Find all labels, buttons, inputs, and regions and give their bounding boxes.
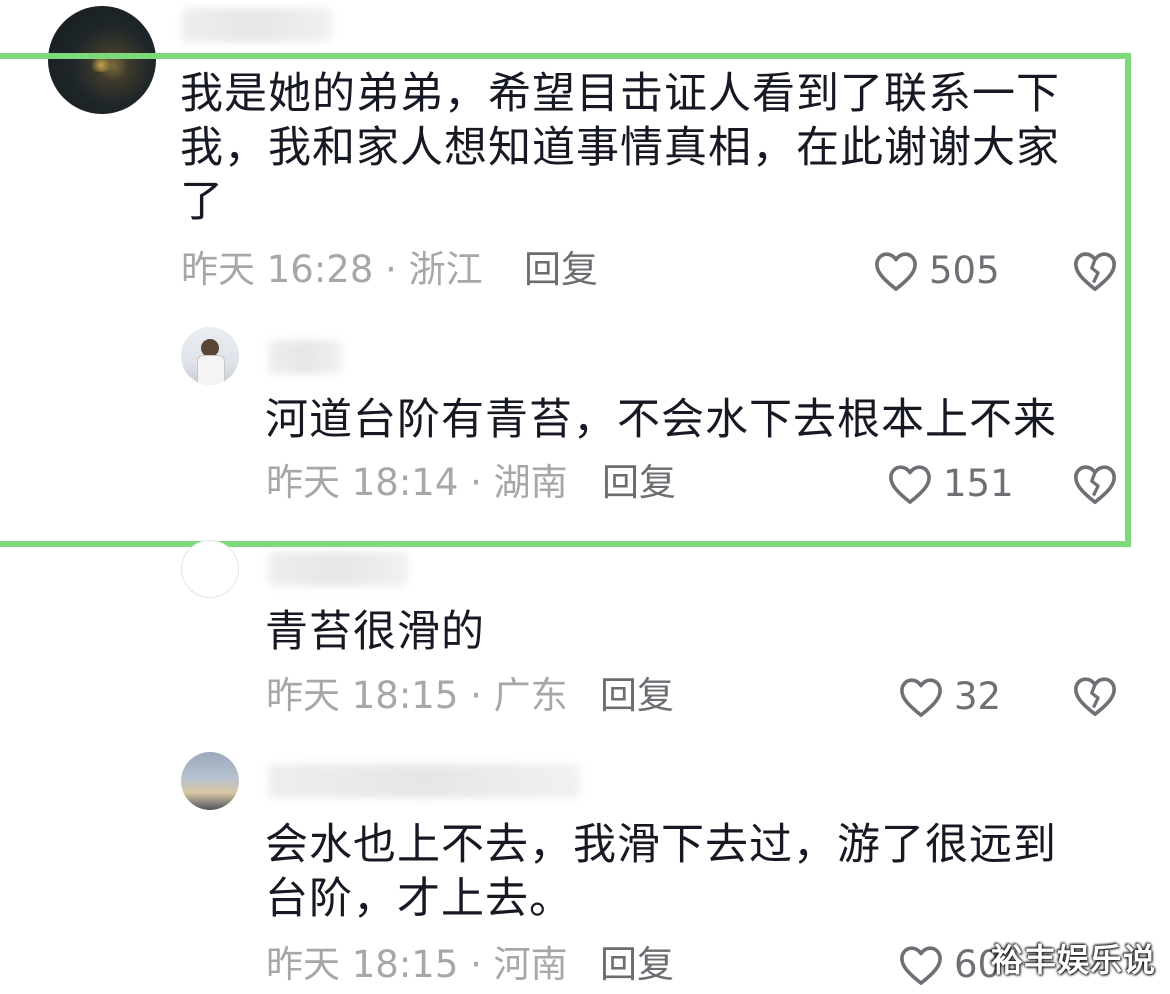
like-button[interactable]: 32 <box>898 672 1001 722</box>
comment-meta: 昨天 18:15 · 河南 <box>266 943 568 986</box>
avatar[interactable] <box>48 6 156 114</box>
comment-text: 青苔很滑的 <box>265 607 485 657</box>
like-button[interactable]: 151 <box>887 459 1014 509</box>
avatar[interactable] <box>181 327 239 385</box>
comment-section: 我是她的弟弟，希望目击证人看到了联系一下 我，我和家人想知道事情真相，在此谢谢大… <box>0 0 1170 994</box>
heart-outline-icon <box>889 465 931 504</box>
username-blurred[interactable] <box>268 764 580 798</box>
reply-button[interactable]: 回复 <box>524 248 598 292</box>
comment-text: 我是她的弟弟，希望目击证人看到了联系一下 我，我和家人想知道事情真相，在此谢谢大… <box>180 69 1060 227</box>
heart-outline-icon <box>875 252 917 291</box>
broken-heart-icon[interactable] <box>1072 248 1118 294</box>
username-blurred[interactable] <box>268 552 408 586</box>
username-blurred[interactable] <box>182 8 332 42</box>
heart-outline-icon <box>900 946 942 985</box>
comment-text: 会水也上不去，我滑下去过，游了很远到 台阶，才上去。 <box>265 820 1057 924</box>
username-blurred[interactable] <box>268 340 342 374</box>
comment-meta: 昨天 18:15 · 广东 <box>266 674 568 717</box>
reply-button[interactable]: 回复 <box>600 943 674 987</box>
comment-text: 河道台阶有青苔，不会水下去根本上不来 <box>265 395 1057 445</box>
avatar[interactable] <box>181 540 239 598</box>
like-count: 505 <box>929 249 1000 292</box>
comment-meta: 昨天 18:14 · 湖南 <box>266 461 568 504</box>
reply-button[interactable]: 回复 <box>600 674 674 718</box>
reply-button[interactable]: 回复 <box>602 461 676 505</box>
avatar[interactable] <box>181 752 239 810</box>
heart-outline-icon <box>900 678 942 717</box>
like-count: 151 <box>943 462 1014 505</box>
broken-heart-icon[interactable] <box>1072 673 1118 719</box>
watermark-text: 裕丰娱乐说 <box>990 941 1156 979</box>
like-count: 32 <box>954 675 1002 718</box>
like-button[interactable]: 505 <box>873 246 1000 296</box>
comment-meta: 昨天 16:28 · 浙江 <box>181 248 483 291</box>
broken-heart-icon[interactable] <box>1072 461 1118 507</box>
like-button[interactable]: 60 <box>898 940 1001 990</box>
